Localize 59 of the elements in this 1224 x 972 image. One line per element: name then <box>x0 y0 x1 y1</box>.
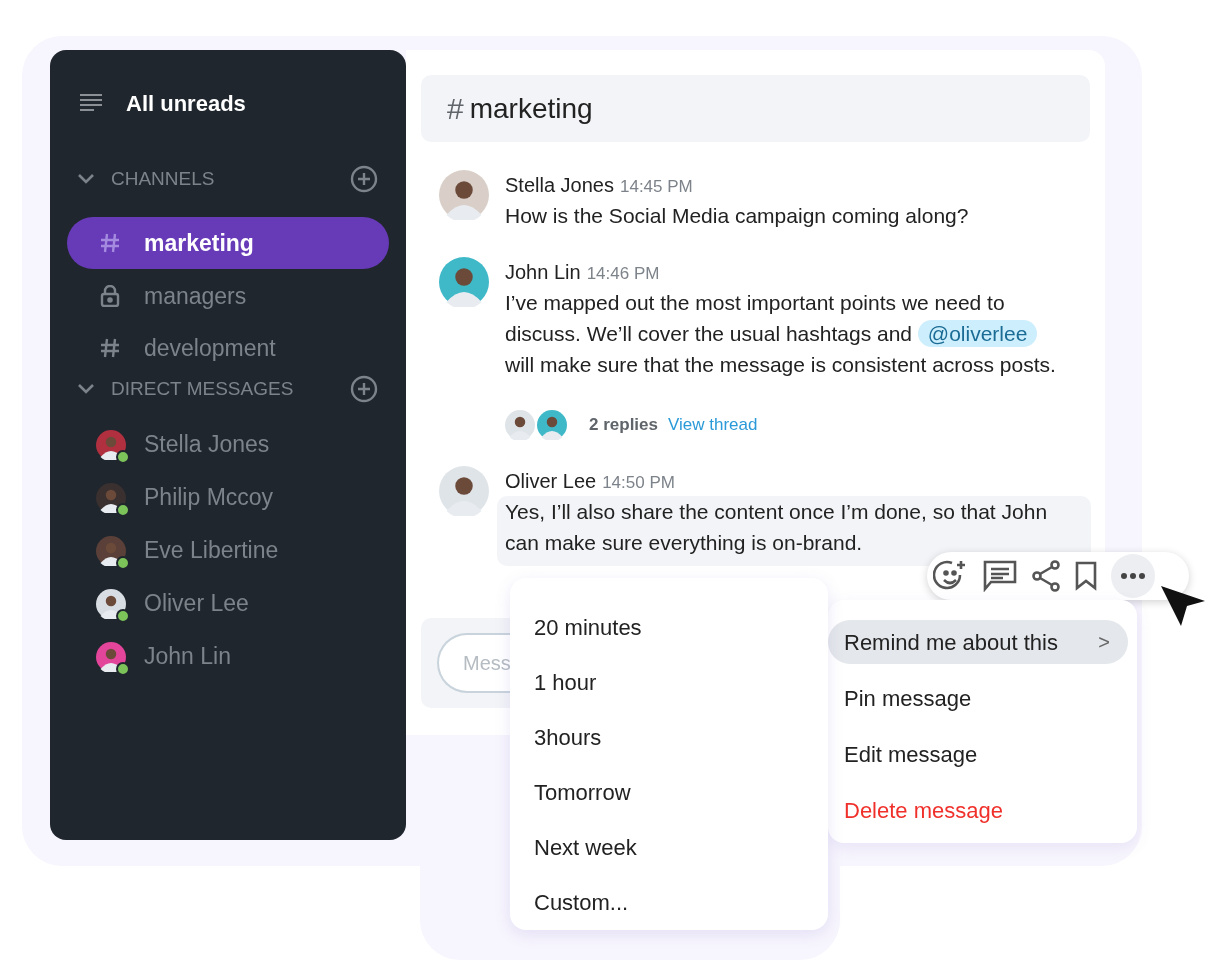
menu-item[interactable]: Remind me about this > <box>828 620 1128 664</box>
menu-item[interactable]: 3hours <box>534 710 804 765</box>
message-input[interactable]: Mess <box>437 633 510 693</box>
channel-item[interactable]: development <box>67 322 389 374</box>
menu-item[interactable]: Next week <box>534 820 804 875</box>
menu-item[interactable]: Edit message <box>828 732 1128 776</box>
author-name[interactable]: John Lin <box>505 257 581 287</box>
message-text: I’ve mapped out the most important points we need to discuss. We’ll cover the usual hashtags and @oliverlee will make sure that the message is consistent across posts. <box>505 290 1057 378</box>
message-text: How is the Social Media campaign coming along? <box>505 203 970 229</box>
list-icon <box>80 94 102 112</box>
message-time: 14:45 PM <box>619 176 693 198</box>
author-name[interactable]: Stella Jones <box>505 170 614 200</box>
avatar <box>505 410 535 440</box>
channel-item[interactable]: marketing <box>67 217 389 269</box>
menu-item[interactable]: Tomorrow <box>534 765 804 820</box>
dm-item[interactable]: Stella Jones <box>50 418 406 471</box>
avatar <box>439 466 489 516</box>
avatar <box>96 429 126 460</box>
sidebar-title[interactable]: All unreads <box>126 86 246 120</box>
menu-item[interactable]: Pin message <box>828 676 1128 720</box>
channel-item[interactable]: managers <box>67 270 389 322</box>
message-bubble: Yes, I’ll also share the content once I’m done, so that John can make sure everything is on-brand. <box>497 496 1091 566</box>
section-label[interactable]: CHANNELS <box>111 164 350 194</box>
share-icon[interactable] <box>1031 560 1061 592</box>
hash-icon <box>100 233 120 253</box>
add-icon[interactable] <box>350 375 378 403</box>
avatar <box>96 535 126 566</box>
reply-count: 2 replies <box>589 414 658 437</box>
dm-item[interactable]: Philip Mccoy <box>50 471 406 524</box>
dm-item[interactable]: Eve Libertine <box>50 524 406 577</box>
add-icon[interactable] <box>350 165 378 193</box>
message-time: 14:46 PM <box>586 263 660 285</box>
section-label[interactable]: DIRECT MESSAGES <box>111 374 350 404</box>
mention-link[interactable]: @oliverlee <box>917 320 1038 347</box>
bookmark-icon[interactable] <box>1075 561 1097 591</box>
avatar <box>537 410 567 440</box>
avatar <box>96 641 126 672</box>
avatar <box>96 482 126 513</box>
dm-item[interactable]: Oliver Lee <box>50 577 406 630</box>
avatar <box>439 170 489 220</box>
cursor-icon <box>1160 585 1206 627</box>
author-name[interactable]: Oliver Lee <box>505 466 597 496</box>
message-time: 14:50 PM <box>602 472 675 494</box>
comment-icon[interactable] <box>983 560 1017 592</box>
menu-item[interactable]: Custom... <box>534 875 804 930</box>
chevron-down-icon[interactable] <box>77 383 95 395</box>
avatar <box>439 257 489 307</box>
channel-title: marketing <box>469 91 593 126</box>
more-icon[interactable] <box>1111 554 1155 598</box>
avatar <box>96 588 126 619</box>
menu-item[interactable]: 1 hour <box>534 655 804 710</box>
dm-item[interactable]: John Lin <box>50 630 406 683</box>
lock-icon <box>100 285 120 307</box>
menu-item[interactable]: Delete message <box>828 788 1128 832</box>
menu-item[interactable]: 20 minutes <box>534 600 804 655</box>
hash-icon <box>100 338 120 358</box>
hash-icon: # <box>447 86 464 131</box>
chevron-right-icon: > <box>1098 627 1110 657</box>
chevron-down-icon[interactable] <box>77 173 95 185</box>
